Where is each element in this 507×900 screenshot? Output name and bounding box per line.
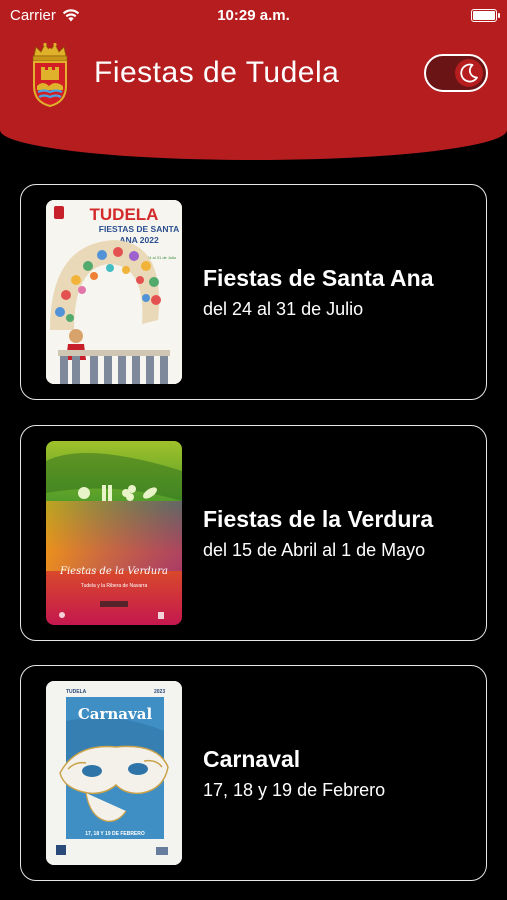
event-card-santa-ana[interactable]: TUDELA FIESTAS DE SANTA ANA 2022 Del 24 … (20, 184, 487, 400)
event-dates: del 15 de Abril al 1 de Mayo (203, 540, 426, 560)
coat-of-arms-icon (32, 42, 68, 108)
poster-bottom-text: 17, 18 Y 19 DE FEBRERO (85, 831, 145, 837)
event-card-verdura[interactable]: Fiestas de la Verdura Tudela y la Ribera… (20, 425, 487, 641)
event-poster-santa-ana: TUDELA FIESTAS DE SANTA ANA 2022 Del 24 … (46, 200, 182, 384)
event-poster-verdura: Fiestas de la Verdura Tudela y la Ribera… (46, 441, 182, 625)
dark-mode-toggle[interactable] (424, 54, 488, 92)
poster-title: Carnaval (78, 705, 153, 723)
status-bar: Carrier 10:29 a.m. (0, 0, 507, 30)
event-poster-carnaval: TUDELA 2023 Carnaval 17, 18 Y 19 DE FEBR… (46, 681, 182, 865)
event-name: Fiestas de la Verdura (203, 506, 434, 532)
poster-title: Fiestas de la Verdura (59, 566, 168, 577)
toggle-knob (455, 59, 483, 87)
event-dates: del 24 al 31 de Julio (203, 299, 364, 319)
carnaval-poster-art: TUDELA 2023 Carnaval 17, 18 Y 19 DE FEBR… (46, 681, 182, 865)
wifi-icon (62, 8, 80, 21)
poster-small-text: Tudela y la Ribera de Navarra (81, 583, 148, 589)
battery-level (473, 10, 495, 20)
carrier-label: Carrier (10, 6, 56, 24)
poster-top-right: 2023 (154, 689, 165, 695)
poster-top-left: TUDELA (66, 689, 87, 695)
app-title: Fiestas de Tudela (94, 56, 340, 89)
verdura-poster-art: Fiestas de la Verdura Tudela y la Ribera… (46, 441, 182, 625)
moon-icon (460, 63, 478, 83)
app-header: Carrier 10:29 a.m. Fiestas de Tudela (0, 0, 507, 160)
santa-ana-poster-art: TUDELA FIESTAS DE SANTA ANA 2022 Del 24 … (46, 200, 182, 384)
app-bar: Fiestas de Tudela (0, 40, 507, 110)
event-name: Fiestas de Santa Ana (203, 265, 434, 291)
event-card-carnaval[interactable]: TUDELA 2023 Carnaval 17, 18 Y 19 DE FEBR… (20, 665, 487, 881)
battery-icon (471, 8, 500, 22)
event-name: Carnaval (203, 746, 301, 772)
poster-title: TUDELA (90, 205, 159, 224)
event-dates: 17, 18 y 19 de Febrero (203, 780, 386, 800)
